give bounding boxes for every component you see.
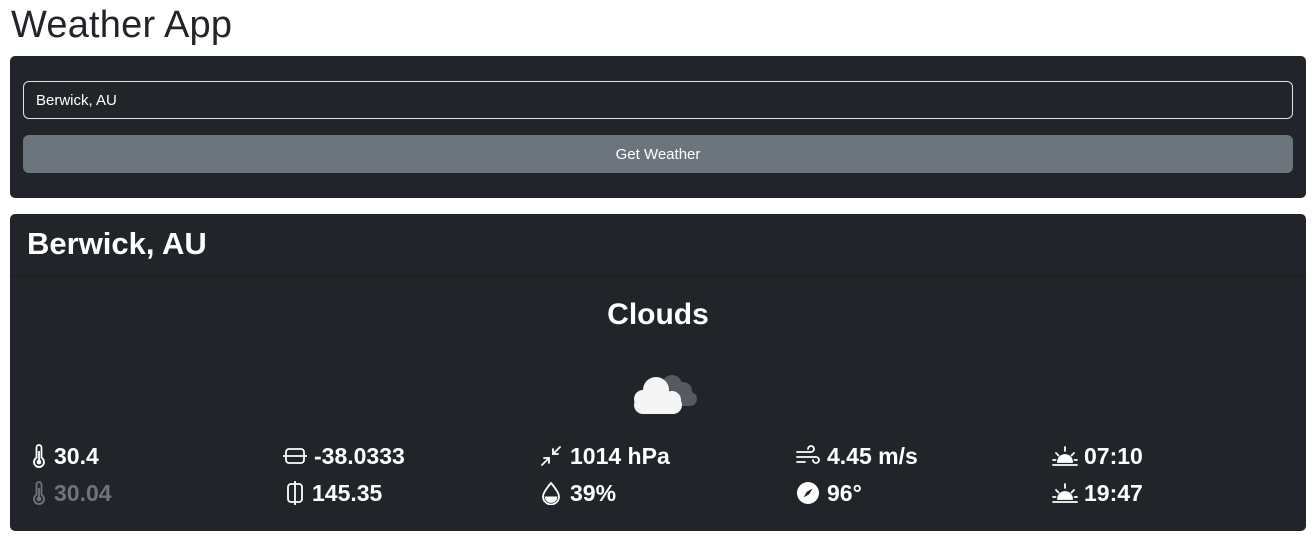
longitude-icon [282, 480, 308, 506]
droplet-icon [538, 480, 564, 506]
humidity-stat: 39% [538, 479, 616, 507]
compass-icon [795, 480, 821, 506]
longitude-stat: 145.35 [282, 479, 382, 507]
pressure-stat: 1014 hPa [538, 442, 670, 470]
sunset-icon [1052, 480, 1078, 506]
wind-direction-stat: 96° [795, 479, 862, 507]
arrows-collapse-icon [538, 443, 564, 469]
latitude-value: -38.0333 [314, 442, 405, 469]
search-card: Get Weather [10, 56, 1306, 198]
clouds-icon [634, 375, 697, 414]
app-title: Weather App [11, 4, 233, 46]
get-weather-button[interactable]: Get Weather [23, 135, 1293, 173]
temperature-stat: 30.4 [26, 442, 99, 470]
latitude-stat: -38.0333 [282, 442, 405, 470]
feels-like-value: 30.04 [54, 479, 112, 506]
wind-speed-stat: 4.45 m/s [795, 442, 918, 470]
thermometer-muted-icon [26, 480, 52, 506]
longitude-value: 145.35 [312, 479, 383, 506]
feels-like-stat: 30.04 [26, 479, 112, 507]
latitude-icon [282, 443, 308, 469]
weather-card: Berwick, AU Clouds 30.4 30.04 -38.0333 1… [10, 214, 1306, 531]
thermometer-icon [26, 443, 52, 469]
sunrise-stat: 07:10 [1052, 442, 1143, 470]
sunset-stat: 19:47 [1052, 479, 1143, 507]
wind-direction-value: 96° [827, 479, 862, 506]
humidity-value: 39% [570, 479, 617, 506]
location-name: Berwick, AU [27, 226, 207, 261]
pressure-value: 1014 hPa [570, 442, 670, 469]
city-search-input[interactable] [23, 81, 1293, 119]
sunrise-icon [1052, 443, 1078, 469]
sunrise-value: 07:10 [1084, 442, 1143, 469]
temperature-value: 30.4 [54, 442, 99, 469]
weather-card-header: Berwick, AU [10, 214, 1306, 277]
wind-speed-value: 4.45 m/s [827, 442, 918, 469]
sunset-value: 19:47 [1084, 479, 1143, 506]
wind-icon [795, 443, 821, 469]
weather-condition: Clouds [607, 298, 709, 331]
